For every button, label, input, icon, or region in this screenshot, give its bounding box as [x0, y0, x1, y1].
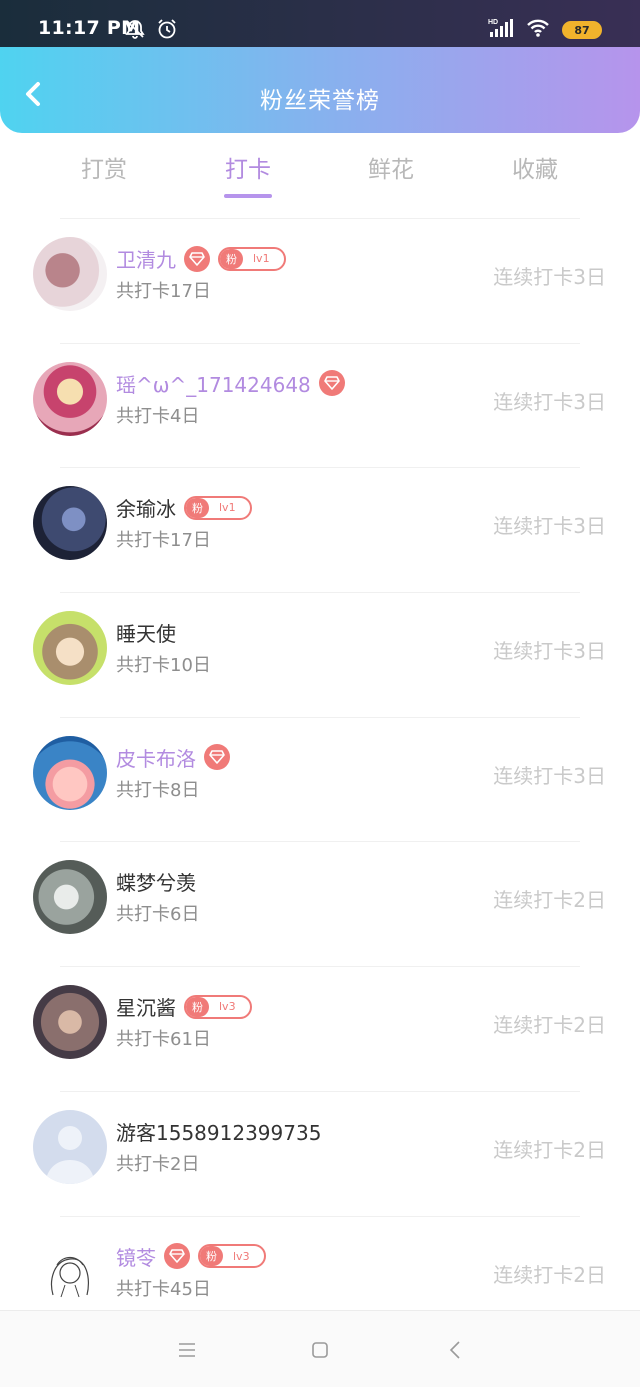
streak-checkins: 连续打卡3日 [493, 639, 606, 664]
tab-favorites[interactable]: 收藏 [490, 150, 580, 184]
menu-button[interactable] [172, 1335, 202, 1365]
name-line: 瑶^ω^_171424648 [116, 369, 345, 398]
user-name[interactable]: 睡天使 [116, 618, 176, 647]
name-line: 蝶梦兮羡 [116, 867, 196, 896]
avatar[interactable] [33, 361, 107, 436]
fan-badge: 粉 lv1 [218, 246, 286, 271]
fan-badge: 粉 lv3 [198, 1244, 266, 1268]
tab-indicator [224, 194, 272, 198]
streak-checkins: 连续打卡2日 [493, 1262, 606, 1287]
total-checkins: 共打卡61日 [116, 1029, 211, 1051]
list-item[interactable]: 皮卡布洛 共打卡8日 连续打卡3日 [0, 718, 640, 843]
avatar[interactable] [33, 237, 107, 311]
header: 粉丝荣誉榜 [0, 47, 640, 133]
fan-badge-level: lv3 [219, 1000, 236, 1014]
avatar[interactable] [33, 486, 107, 561]
diamond-icon [164, 1243, 190, 1269]
user-name[interactable]: 卫清九 [116, 244, 176, 273]
fan-badge-level: lv3 [233, 1249, 250, 1263]
streak-checkins: 连续打卡2日 [493, 888, 606, 913]
name-line: 余瑜冰 粉 lv1 [116, 493, 252, 522]
alarm-icon [156, 18, 178, 44]
sketch-avatar-icon [50, 1256, 90, 1297]
name-line: 睡天使 [116, 618, 176, 647]
fan-badge-label: 粉 [186, 497, 209, 518]
menu-icon [179, 1343, 195, 1357]
user-name[interactable]: 蝶梦兮羡 [116, 867, 196, 896]
avatar[interactable] [33, 1234, 107, 1309]
total-checkins: 共打卡17日 [116, 281, 211, 302]
list-item[interactable]: 卫清九 粉 lv1 共打卡17日 连续打卡3日 [0, 219, 640, 344]
total-checkins: 共打卡2日 [116, 1153, 200, 1175]
status-bar: 11:17 PM HD 87 [0, 0, 640, 47]
streak-checkins: 连续打卡3日 [493, 763, 606, 788]
network-label: HD [488, 19, 498, 26]
home-square-icon [312, 1342, 328, 1358]
signal-icon: HD [488, 17, 514, 43]
fan-badge-label: 粉 [200, 1246, 223, 1266]
list-item[interactable]: 星沉酱 粉 lv3 共打卡61日 连续打卡2日 [0, 967, 640, 1092]
streak-checkins: 连续打卡2日 [493, 1137, 606, 1162]
user-name[interactable]: 余瑜冰 [116, 493, 176, 522]
avatar[interactable] [33, 1109, 107, 1184]
name-line: 镜苓 粉 lv3 [116, 1242, 266, 1271]
tab-bar: 打赏 打卡 鲜花 收藏 [0, 140, 640, 206]
fan-badge-label: 粉 [220, 248, 243, 269]
battery-indicator: 87 [562, 21, 602, 39]
system-nav-bar [0, 1310, 640, 1387]
list-item[interactable]: 蝶梦兮羡 共打卡6日 连续打卡2日 [0, 842, 640, 968]
name-line: 游客1558912399735 [116, 1117, 321, 1146]
streak-checkins: 连续打卡3日 [493, 389, 606, 414]
default-avatar-icon [45, 1125, 95, 1184]
list-item[interactable]: 游客1558912399735 共打卡2日 连续打卡2日 [0, 1092, 640, 1217]
fan-list: 卫清九 粉 lv1 共打卡17日 连续打卡3日 瑶^ω^_171424648 共打… [0, 219, 640, 1341]
user-name[interactable]: 星沉酱 [116, 992, 176, 1021]
name-line: 卫清九 粉 lv1 [116, 244, 286, 273]
status-right-icons: HD 87 [488, 17, 602, 43]
total-checkins: 共打卡10日 [116, 655, 211, 677]
user-name[interactable]: 镜苓 [116, 1242, 156, 1271]
fan-badge-label: 粉 [186, 996, 209, 1017]
diamond-icon [318, 370, 345, 397]
avatar[interactable] [33, 735, 107, 810]
diamond-icon [204, 744, 230, 771]
user-name[interactable]: 瑶^ω^_171424648 [116, 369, 311, 398]
bell-muted-icon [124, 18, 146, 44]
page-title: 粉丝荣誉榜 [260, 88, 380, 114]
home-button[interactable] [305, 1335, 335, 1365]
total-checkins: 共打卡45日 [116, 1278, 211, 1300]
name-line: 皮卡布洛 [116, 743, 230, 772]
avatar[interactable] [33, 860, 107, 935]
diamond-icon [184, 245, 210, 272]
avatar[interactable] [33, 985, 107, 1060]
avatar[interactable] [33, 611, 107, 686]
tab-checkin[interactable]: 打卡 [203, 150, 293, 184]
name-line: 星沉酱 粉 lv3 [116, 992, 252, 1021]
list-item[interactable]: 余瑜冰 粉 lv1 共打卡17日 连续打卡3日 [0, 468, 640, 594]
fan-badge-level: lv1 [219, 501, 236, 515]
user-name[interactable]: 皮卡布洛 [116, 743, 196, 772]
tab-flowers[interactable]: 鲜花 [346, 150, 436, 184]
tab-reward[interactable]: 打赏 [59, 150, 149, 184]
nav-back-button[interactable] [440, 1335, 470, 1365]
fan-badge-level: lv1 [253, 252, 270, 265]
back-arrow-icon [449, 1341, 460, 1359]
streak-checkins: 连续打卡3日 [493, 265, 606, 289]
list-item[interactable]: 瑶^ω^_171424648 共打卡4日 连续打卡3日 [0, 344, 640, 469]
streak-checkins: 连续打卡2日 [493, 1013, 606, 1038]
fan-badge: 粉 lv1 [184, 495, 252, 520]
total-checkins: 共打卡6日 [116, 904, 200, 926]
total-checkins: 共打卡8日 [116, 779, 200, 801]
total-checkins: 共打卡4日 [116, 405, 200, 427]
list-item[interactable]: 睡天使 共打卡10日 连续打卡3日 [0, 593, 640, 718]
total-checkins: 共打卡17日 [116, 530, 211, 552]
fan-badge: 粉 lv3 [184, 994, 252, 1019]
streak-checkins: 连续打卡3日 [493, 514, 606, 539]
user-name[interactable]: 游客1558912399735 [116, 1117, 321, 1146]
wifi-icon [526, 18, 550, 42]
status-left-icons [124, 18, 178, 44]
